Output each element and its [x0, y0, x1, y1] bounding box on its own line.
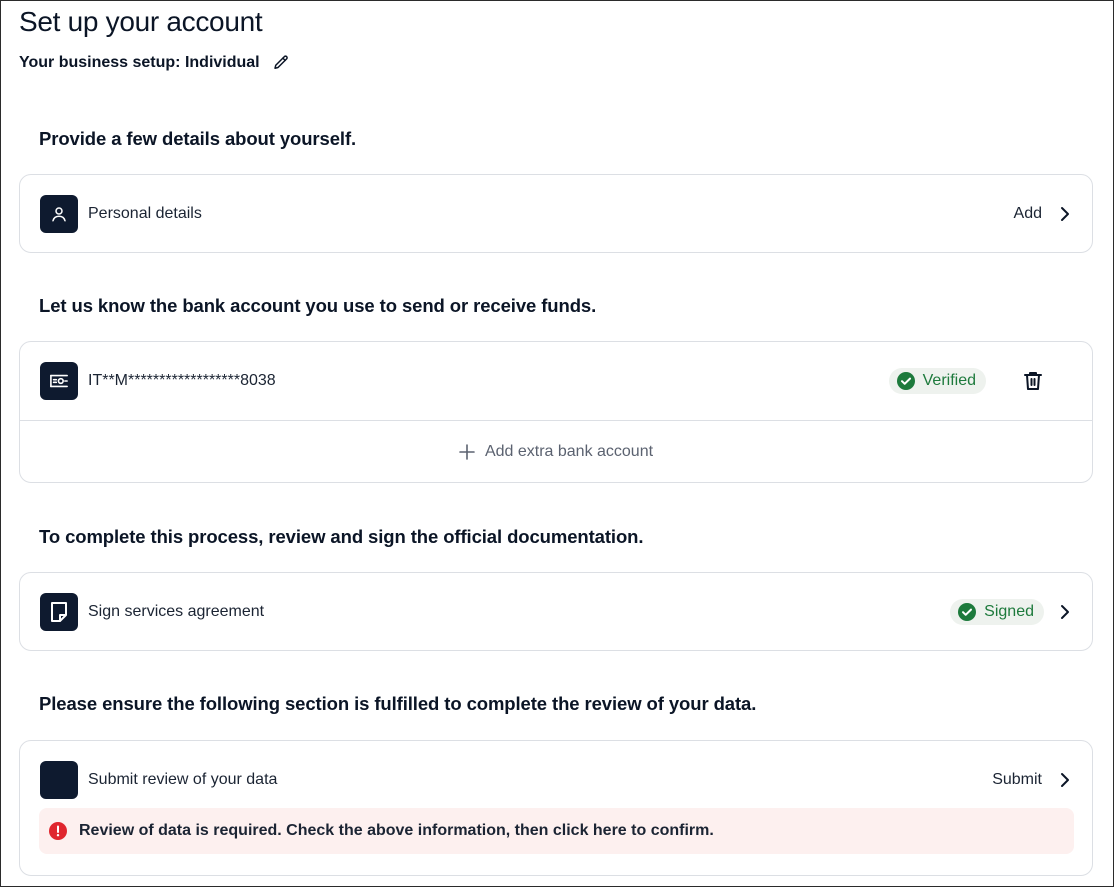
personal-section-heading: Provide a few details about yourself. — [39, 128, 357, 149]
submit-review-link[interactable]: Submit — [992, 771, 1042, 789]
bank-account-number: IT**M******************8038 — [88, 372, 276, 389]
services-agreement-chevron[interactable] — [1058, 604, 1072, 620]
services-agreement-card[interactable]: Sign services agreement Signed — [19, 572, 1093, 651]
user-icon — [52, 207, 66, 222]
review-required-alert[interactable]: Review of data is required. Check the ab… — [39, 808, 1074, 854]
pencil-icon — [273, 55, 288, 69]
plus-icon — [459, 444, 475, 460]
chevron-right-icon — [1061, 773, 1069, 787]
page-frame: Set up your account Your business setup:… — [0, 0, 1114, 887]
personal-details-label: Personal details — [88, 205, 202, 222]
chevron-right-icon — [1061, 605, 1069, 619]
trash-icon — [1024, 372, 1042, 390]
chevron-right-icon — [1061, 207, 1069, 221]
personal-details-icon-tile — [40, 195, 78, 233]
business-setup-label: Your business setup: Individual — [19, 54, 260, 71]
services-agreement-label: Sign services agreement — [88, 603, 265, 620]
bank-account-card: IT**M******************8038 Verified Add… — [19, 341, 1093, 483]
bank-section-heading: Let us know the bank account you use to … — [39, 295, 597, 316]
agreement-section-heading: To complete this process, review and sig… — [39, 526, 644, 547]
check-circle-icon — [896, 372, 915, 390]
services-agreement-icon-tile — [40, 593, 78, 631]
verified-status-text: Verified — [922, 372, 976, 389]
business-setup: Your business setup: Individual — [19, 54, 290, 72]
submit-review-label: Submit review of your data — [88, 771, 278, 788]
submit-review-chevron[interactable] — [1058, 772, 1072, 788]
bank-account-icon-tile — [40, 362, 78, 400]
review-section-heading: Please ensure the following section is f… — [39, 693, 757, 714]
personal-details-row[interactable]: Personal details Add — [20, 175, 1092, 253]
review-required-alert-text: Review of data is required. Check the ab… — [79, 822, 714, 839]
personal-details-add-link[interactable]: Add — [1014, 205, 1042, 223]
verified-status-badge: Verified — [888, 368, 986, 394]
edit-business-setup-button[interactable] — [272, 54, 290, 72]
personal-details-card[interactable]: Personal details Add — [19, 174, 1093, 253]
delete-bank-account-button[interactable] — [1024, 371, 1042, 391]
page-title: Set up your account — [19, 6, 263, 37]
document-icon — [51, 602, 67, 622]
bank-icon — [50, 374, 68, 388]
submit-review-icon-tile — [40, 761, 78, 799]
services-agreement-row[interactable]: Sign services agreement Signed — [20, 573, 1092, 651]
submit-review-card: Submit review of your data Submit Review… — [19, 740, 1093, 876]
signed-status-badge: Signed — [950, 599, 1044, 625]
signed-status-text: Signed — [984, 603, 1034, 620]
add-extra-bank-account-label: Add extra bank account — [484, 443, 654, 460]
check-circle-icon — [958, 603, 977, 621]
error-icon — [49, 822, 67, 840]
personal-details-chevron[interactable] — [1058, 206, 1072, 222]
bank-account-row: IT**M******************8038 Verified — [20, 342, 1092, 420]
add-extra-bank-account-button[interactable]: Add extra bank account — [20, 421, 1092, 483]
